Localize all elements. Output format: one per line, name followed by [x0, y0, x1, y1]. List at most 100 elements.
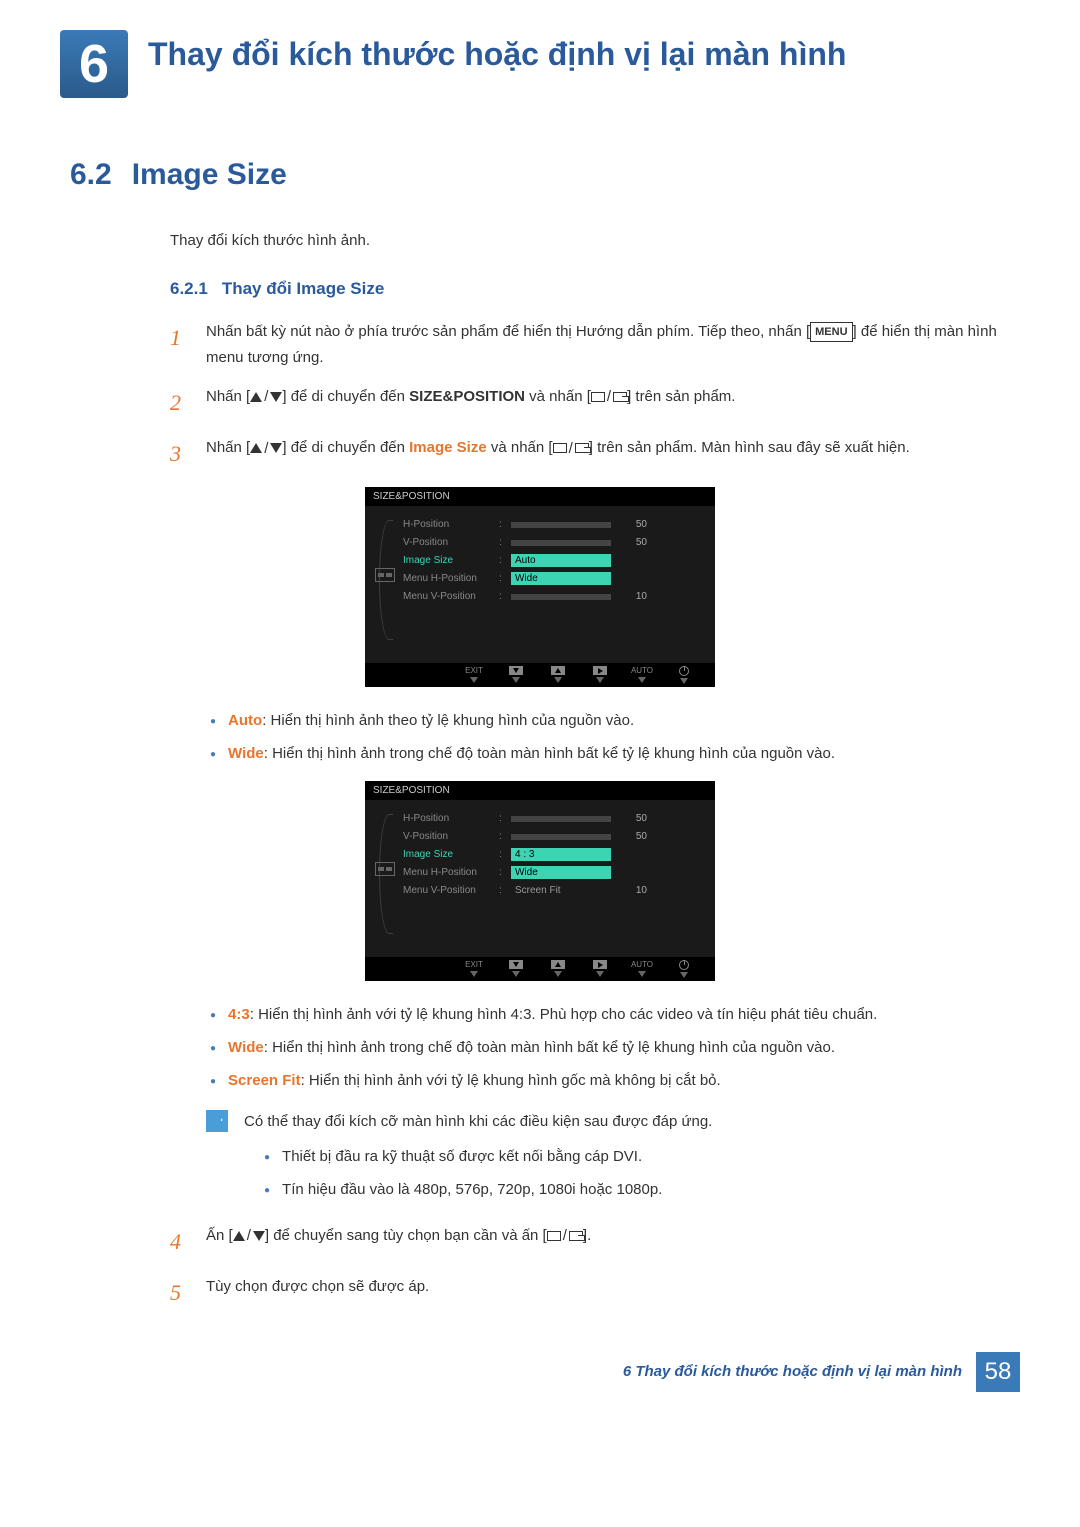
osd-row-imagesize: Image Size:Auto: [403, 552, 701, 570]
osd-value: 50: [617, 831, 647, 842]
bullet-icon: ●: [210, 740, 216, 767]
note-box: Có thể thay đổi kích cỡ màn hình khi các…: [60, 1108, 1020, 1209]
note-intro: Có thể thay đổi kích cỡ màn hình khi các…: [244, 1108, 1020, 1135]
osd-label: Menu H-Position: [403, 867, 493, 878]
osd-bracket-icon: [379, 520, 393, 640]
menu-button-label: MENU: [810, 322, 852, 343]
osd-label: Image Size: [403, 555, 493, 566]
osd-auto-button: AUTO: [621, 666, 663, 683]
step-text: Tùy chọn được chọn sẽ được áp.: [206, 1274, 1020, 1311]
list-item: ●Screen Fit: Hiển thị hình ảnh với tỷ lệ…: [210, 1067, 1020, 1094]
option-term: 4:3: [228, 1006, 250, 1023]
osd-label: V-Position: [403, 831, 493, 842]
bullet-icon: ●: [264, 1176, 270, 1203]
chapter-header: 6 Thay đổi kích thước hoặc định vị lại m…: [60, 30, 1020, 98]
step-2: 2 Nhấn [/] để di chuyển đến SIZE&POSITIO…: [170, 384, 1020, 421]
osd-down-button: [495, 666, 537, 683]
osd-right-button: [579, 960, 621, 977]
option-term: Auto: [228, 712, 262, 729]
nav-target: Image Size: [409, 439, 487, 456]
osd-label: Image Size: [403, 849, 493, 860]
option-term: Wide: [228, 745, 264, 762]
option-term: Screen Fit: [228, 1072, 301, 1089]
page-content: 6 Thay đổi kích thước hoặc định vị lại m…: [0, 0, 1080, 1392]
note-icon: [206, 1110, 228, 1132]
page-footer: 6 Thay đổi kích thước hoặc định vị lại m…: [60, 1352, 1020, 1392]
enter-icon: /: [553, 436, 589, 462]
enter-icon: /: [547, 1223, 583, 1249]
osd-title: SIZE&POSITION: [365, 781, 715, 800]
option-desc: : Hiển thị hình ảnh với tỷ lệ khung hình…: [250, 1006, 878, 1023]
step-text: ] để chuyển sang tùy chọn bạn cần và ấn …: [265, 1227, 547, 1244]
step-text: Nhấn [: [206, 388, 250, 405]
bullet-icon: ●: [264, 1143, 270, 1170]
osd-row-hposition: H-Position:50: [403, 516, 701, 534]
osd-value: 50: [617, 813, 647, 824]
up-down-icon: /: [250, 384, 282, 410]
step-number: 4: [170, 1223, 188, 1260]
osd-button-bar: EXIT AUTO: [365, 663, 715, 687]
step-1: 1 Nhấn bất kỳ nút nào ở phía trước sản p…: [170, 319, 1020, 370]
bullet-icon: ●: [210, 707, 216, 734]
subsection-heading: 6.2.1 Thay đổi Image Size: [60, 279, 1020, 299]
up-down-icon: /: [233, 1223, 265, 1249]
step-text: ] để di chuyển đến: [282, 388, 409, 405]
step-4: 4 Ấn [/] để chuyển sang tùy chọn bạn cần…: [170, 1223, 1020, 1260]
list-item: ● Auto: Hiển thị hình ảnh theo tỷ lệ khun…: [210, 707, 1020, 734]
step-text: Ấn [: [206, 1227, 233, 1244]
osd-title: SIZE&POSITION: [365, 487, 715, 506]
step-text: ] trên sản phẩm.: [627, 388, 735, 405]
nav-target: SIZE&POSITION: [409, 388, 525, 405]
osd-down-button: [495, 960, 537, 977]
osd-row-hposition: H-Position:50: [403, 810, 701, 828]
osd-option: Screen Fit: [511, 884, 611, 897]
osd-row-menuvposition: Menu V-Position:Screen Fit10: [403, 882, 701, 900]
step-list-cont: 4 Ấn [/] để chuyển sang tùy chọn bạn cần…: [60, 1223, 1020, 1312]
note-item-text: Tín hiệu đầu vào là 480p, 576p, 720p, 10…: [282, 1176, 662, 1203]
osd-option: Wide: [511, 572, 611, 585]
up-down-icon: /: [250, 436, 282, 462]
step-number: 2: [170, 384, 188, 421]
osd-power-button: [663, 960, 705, 978]
step-5: 5 Tùy chọn được chọn sẽ được áp.: [170, 1274, 1020, 1311]
osd-row-menuvposition: Menu V-Position:10: [403, 588, 701, 606]
osd-label: Menu V-Position: [403, 885, 493, 896]
osd-up-button: [537, 666, 579, 683]
chapter-title: Thay đổi kích thước hoặc định vị lại màn…: [148, 30, 846, 76]
option-desc: : Hiển thị hình ảnh theo tỷ lệ khung hìn…: [262, 712, 634, 729]
list-item: ● Wide: Hiển thị hình ảnh trong chế độ to…: [210, 740, 1020, 767]
step-text: ] để di chuyển đến: [282, 439, 409, 456]
footer-chapter-title: 6 Thay đổi kích thước hoặc định vị lại m…: [623, 1363, 962, 1380]
osd-row-imagesize: Image Size:4 : 3: [403, 846, 701, 864]
list-item: ●Wide: Hiển thị hình ảnh trong chế độ to…: [210, 1034, 1020, 1061]
page-number: 58: [976, 1352, 1020, 1392]
osd-row-option: Menu H-Position:Wide: [403, 864, 701, 882]
step-number: 3: [170, 435, 188, 472]
osd-row-option: Menu H-Position:Wide: [403, 570, 701, 588]
step-text: Nhấn bất kỳ nút nào ở phía trước sản phẩ…: [206, 323, 810, 340]
section-heading: 6.2 Image Size: [60, 158, 1020, 192]
step-text: và nhấn [: [487, 439, 553, 456]
osd-right-button: [579, 666, 621, 683]
osd-label: H-Position: [403, 519, 493, 530]
bullet-icon: ●: [210, 1001, 216, 1028]
option-desc: : Hiển thị hình ảnh trong chế độ toàn mà…: [264, 745, 835, 762]
step-number: 5: [170, 1274, 188, 1311]
osd-selected-option: Auto: [511, 554, 611, 567]
osd-value: 50: [617, 519, 647, 530]
osd-exit-button: EXIT: [453, 666, 495, 683]
section-title: Image Size: [132, 158, 287, 192]
osd-selected-option: 4 : 3: [511, 848, 611, 861]
osd-label: Menu V-Position: [403, 591, 493, 602]
power-icon: [679, 666, 689, 676]
osd-auto-button: AUTO: [621, 960, 663, 977]
step-text: ] trên sản phẩm. Màn hình sau đây sẽ xuấ…: [589, 439, 910, 456]
intro-text: Thay đổi kích thước hình ảnh.: [60, 232, 1020, 249]
option-list-1: ● Auto: Hiển thị hình ảnh theo tỷ lệ khun…: [60, 707, 1020, 767]
chapter-number-badge: 6: [60, 30, 128, 98]
osd-value: 10: [617, 885, 647, 896]
osd-screenshot-2: SIZE&POSITION H-Position:50 V-Position:5…: [365, 781, 715, 981]
osd-option: Wide: [511, 866, 611, 879]
osd-power-button: [663, 666, 705, 684]
osd-value: 50: [617, 537, 647, 548]
